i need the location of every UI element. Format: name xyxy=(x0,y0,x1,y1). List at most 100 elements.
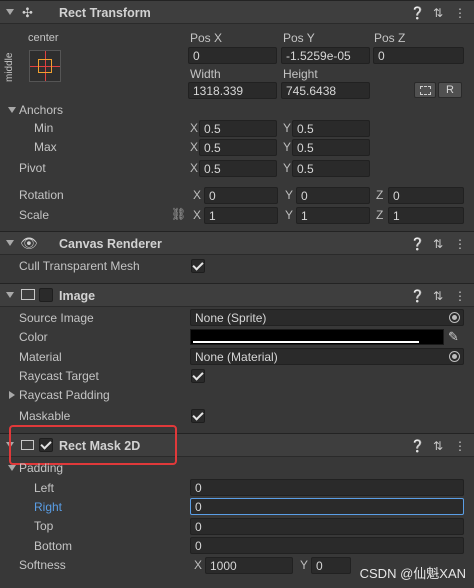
object-picker-icon[interactable] xyxy=(449,351,460,362)
pivot-y-field[interactable]: 0.5 xyxy=(292,160,370,177)
rot-z-field[interactable]: 0 xyxy=(388,187,464,204)
height-label: Height xyxy=(283,67,318,81)
pivot-x-field[interactable]: 0.5 xyxy=(199,160,277,177)
width-label: Width xyxy=(190,67,221,81)
bottom-label: Bottom xyxy=(34,539,73,553)
scale-z-field[interactable]: 1 xyxy=(388,207,464,224)
preset-icon[interactable]: ⇅ xyxy=(432,289,444,303)
highlight-box xyxy=(9,425,177,465)
anchor-preset-side-label: middle xyxy=(4,52,15,82)
eyedropper-icon[interactable]: ✎ xyxy=(448,329,459,345)
component-title: Rect Transform xyxy=(59,6,151,20)
help-icon[interactable]: ❔ xyxy=(410,439,425,453)
scale-label: Scale xyxy=(19,208,50,222)
header-icons: ❔ ⇅ ⋮ xyxy=(410,6,466,20)
softness-label: Softness xyxy=(19,558,66,572)
max-y-field[interactable]: 0.5 xyxy=(292,139,370,156)
left-field[interactable]: 0 xyxy=(190,479,464,496)
rot-y-field[interactable]: 0 xyxy=(296,187,370,204)
help-icon[interactable]: ❔ xyxy=(410,289,425,303)
maskable-label: Maskable xyxy=(19,409,71,423)
min-x-axis: X xyxy=(190,121,199,135)
pivot-y-axis: Y xyxy=(283,161,292,175)
pos-z-field[interactable]: 0 xyxy=(373,47,464,64)
padding-fold-icon[interactable] xyxy=(8,465,16,471)
canvas-renderer-header[interactable]: 👁 Canvas Renderer ❔ ⇅ ⋮ xyxy=(0,231,474,255)
anchor-preset-square xyxy=(38,59,52,73)
scale-y-axis: Y xyxy=(285,208,294,222)
help-icon[interactable]: ❔ xyxy=(410,237,425,251)
pos-x-field[interactable]: 0 xyxy=(188,47,277,64)
help-icon[interactable]: ❔ xyxy=(410,6,425,20)
enabled-checkbox[interactable] xyxy=(39,288,53,302)
alpha-bar xyxy=(193,341,419,343)
max-y-axis: Y xyxy=(283,140,292,154)
scale-x-axis: X xyxy=(193,208,202,222)
scale-y-field[interactable]: 1 xyxy=(296,207,370,224)
color-label: Color xyxy=(19,330,48,344)
constrain-proportions-icon[interactable]: ⛓ xyxy=(171,207,186,221)
softness-x-axis: X xyxy=(194,558,203,572)
rect-transform-header[interactable]: ✣ Rect Transform ❔ ⇅ ⋮ xyxy=(0,0,474,24)
scale-z-axis: Z xyxy=(376,208,384,222)
more-icon[interactable]: ⋮ xyxy=(454,289,466,303)
pos-x-label: Pos X xyxy=(190,31,223,45)
watermark-text: CSDN @仙魁XAN xyxy=(359,566,466,581)
rot-y-axis: Y xyxy=(285,188,294,202)
right-label: Right xyxy=(34,500,63,514)
rot-x-field[interactable]: 0 xyxy=(204,187,278,204)
raycast-padding-fold-icon[interactable] xyxy=(9,391,15,399)
more-icon[interactable]: ⋮ xyxy=(454,237,466,251)
padding-label: Padding xyxy=(19,461,64,475)
top-field[interactable]: 0 xyxy=(190,518,464,535)
pos-y-field[interactable]: -1.5259e-05 xyxy=(281,47,370,64)
min-label: Min xyxy=(34,121,54,135)
fold-arrow-icon[interactable] xyxy=(6,240,14,246)
bottom-field[interactable]: 0 xyxy=(190,537,464,554)
softness-x-field[interactable]: 1000 xyxy=(205,557,293,574)
source-image-label: Source Image xyxy=(19,311,94,325)
preset-icon[interactable]: ⇅ xyxy=(432,439,444,453)
max-x-field[interactable]: 0.5 xyxy=(199,139,277,156)
softness-y-field[interactable]: 0 xyxy=(311,557,351,574)
more-icon[interactable]: ⋮ xyxy=(454,6,466,20)
right-field[interactable]: 0 xyxy=(190,498,464,515)
softness-y-axis: Y xyxy=(300,558,309,572)
object-picker-icon[interactable] xyxy=(449,312,460,323)
source-image-field[interactable]: None (Sprite) xyxy=(190,309,464,326)
material-field[interactable]: None (Material) xyxy=(190,348,464,365)
min-y-field[interactable]: 0.5 xyxy=(292,120,370,137)
cull-transparent-mesh-label: Cull Transparent Mesh xyxy=(19,259,140,273)
min-x-field[interactable]: 0.5 xyxy=(199,120,277,137)
preset-icon[interactable]: ⇅ xyxy=(432,6,444,20)
pos-y-label: Pos Y xyxy=(283,31,315,45)
fold-arrow-icon[interactable] xyxy=(6,9,14,15)
max-x-axis: X xyxy=(190,140,199,154)
max-label: Max xyxy=(34,140,57,154)
pos-z-label: Pos Z xyxy=(374,31,406,45)
color-swatch[interactable] xyxy=(190,329,444,345)
cull-transparent-mesh-checkbox[interactable] xyxy=(191,259,205,273)
rect-transform-icon: ✣ xyxy=(22,5,33,20)
image-header[interactable]: Image ❔ ⇅ ⋮ xyxy=(0,283,474,307)
min-y-axis: Y xyxy=(283,121,292,135)
material-label: Material xyxy=(19,350,62,364)
anchor-preset-top-label: center xyxy=(28,32,59,44)
preset-icon[interactable]: ⇅ xyxy=(432,237,444,251)
image-icon xyxy=(21,289,35,300)
width-field[interactable]: 1318.339 xyxy=(188,82,277,99)
pivot-label: Pivot xyxy=(19,161,46,175)
scale-x-field[interactable]: 1 xyxy=(204,207,278,224)
anchor-preset-button[interactable] xyxy=(29,50,61,82)
raw-edit-button[interactable]: R xyxy=(438,82,462,98)
height-field[interactable]: 745.6438 xyxy=(281,82,370,99)
maskable-checkbox[interactable] xyxy=(191,409,205,423)
raycast-target-checkbox[interactable] xyxy=(191,369,205,383)
more-icon[interactable]: ⋮ xyxy=(454,439,466,453)
header-icons: ❔ ⇅ ⋮ xyxy=(410,439,466,453)
blueprint-mode-button[interactable] xyxy=(414,82,436,98)
anchors-fold-icon[interactable] xyxy=(8,107,16,113)
header-icons: ❔ ⇅ ⋮ xyxy=(410,237,466,251)
fold-arrow-icon[interactable] xyxy=(6,292,14,298)
eye-icon: 👁 xyxy=(20,235,38,251)
